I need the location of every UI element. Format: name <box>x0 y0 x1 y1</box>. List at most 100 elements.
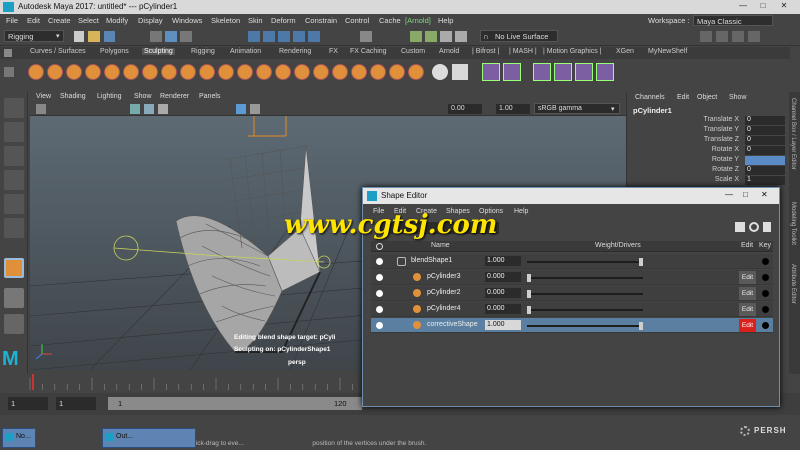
shape-editor-row[interactable]: correctiveShape 1.000 Edit <box>371 318 773 333</box>
key-dot-icon[interactable] <box>762 274 769 281</box>
side-tab-modeling-toolkit[interactable]: Modeling Toolkit <box>790 202 796 245</box>
amplify-tool-icon[interactable] <box>332 64 348 80</box>
shape-editor-row[interactable]: blendShape1 1.000 <box>371 254 773 269</box>
render-settings-icon[interactable] <box>440 31 452 42</box>
viewport-menu-panels[interactable]: Panels <box>199 93 220 100</box>
close-icon[interactable]: ✕ <box>776 1 792 12</box>
shelf-tab-polygons[interactable]: Polygons <box>98 48 131 55</box>
shape-editor-title-bar[interactable]: Shape Editor — □ ✕ <box>363 188 779 204</box>
spray-tool-icon[interactable] <box>161 64 177 80</box>
edit-target-button[interactable]: Edit <box>739 271 756 284</box>
shelf-tab-mynewshelf[interactable]: MyNewShelf <box>646 48 689 55</box>
menu-file[interactable]: File <box>6 16 18 25</box>
shelf-tab-curves-surfaces[interactable]: Curves / Surfaces <box>28 48 88 55</box>
texture-deformer-icon[interactable] <box>596 63 614 81</box>
menu-skin[interactable]: Skin <box>248 16 263 25</box>
save-scene-icon[interactable] <box>104 31 115 42</box>
repeat-tool-icon[interactable] <box>180 64 196 80</box>
visibility-toggle-icon[interactable] <box>376 290 383 297</box>
paint-select-icon[interactable] <box>4 146 24 166</box>
shape-editor-row[interactable]: pCylinder3 0.000 Edit <box>371 270 773 285</box>
channel-menu-show[interactable]: Show <box>729 94 747 101</box>
shelf-tab-arnold[interactable]: Arnold <box>437 48 461 55</box>
channel-attribute-label[interactable]: Rotate X <box>712 146 739 153</box>
se-menu-help[interactable]: Help <box>514 208 528 215</box>
show-tool-settings-icon[interactable] <box>732 31 744 42</box>
invert-freeze-icon[interactable] <box>408 64 424 80</box>
key-dot-icon[interactable] <box>762 322 769 329</box>
channel-menu-object[interactable]: Object <box>697 94 717 101</box>
snap-view-plane-icon[interactable] <box>293 31 305 42</box>
shelf-tab-xgen[interactable]: XGen <box>614 48 636 55</box>
channel-menu-channels[interactable]: Channels <box>635 94 665 101</box>
lasso-tool-icon[interactable] <box>4 122 24 142</box>
weight-slider-handle[interactable] <box>639 322 643 330</box>
weight-field[interactable]: 0.000 <box>485 304 521 314</box>
start-time-field[interactable]: 1 <box>8 397 48 410</box>
menu-modify[interactable]: Modify <box>106 16 128 25</box>
taskbar-window-node[interactable]: No... <box>2 428 36 448</box>
current-time-field[interactable]: 1 <box>56 397 96 410</box>
menu-select[interactable]: Select <box>78 16 99 25</box>
shelf-menu-icon[interactable] <box>4 67 14 77</box>
menu-control[interactable]: Control <box>345 16 369 25</box>
snap-point-icon[interactable] <box>278 31 290 42</box>
colorspace-dropdown[interactable]: sRGB gamma ▾ <box>534 103 620 114</box>
visibility-toggle-icon[interactable] <box>376 274 383 281</box>
show-manipulator-icon[interactable] <box>4 288 24 308</box>
key-dot-icon[interactable] <box>762 306 769 313</box>
knife-tool-icon[interactable] <box>275 64 291 80</box>
ipr-render-icon[interactable] <box>425 31 437 42</box>
menuset-dropdown[interactable]: Rigging ▾ <box>4 30 64 42</box>
sculpt-tool-icon[interactable] <box>28 64 44 80</box>
flatten-tool-icon[interactable] <box>123 64 139 80</box>
shelf-tab-rigging[interactable]: Rigging <box>189 48 217 55</box>
construction-history-icon[interactable] <box>360 31 372 42</box>
weight-slider-handle[interactable] <box>527 274 531 282</box>
wireframe-icon[interactable] <box>130 104 140 114</box>
menu-create[interactable]: Create <box>48 16 71 25</box>
convert-to-frozen-icon[interactable] <box>370 64 386 80</box>
channel-attribute-label[interactable]: Rotate Y <box>712 156 739 163</box>
blend-shape-editor-icon[interactable] <box>482 63 500 81</box>
side-tab-channel-box[interactable]: Channel Box / Layer Editor <box>790 98 796 170</box>
menu-windows[interactable]: Windows <box>172 16 202 25</box>
scale-tool-icon[interactable] <box>4 218 24 238</box>
weight-slider[interactable] <box>527 258 643 266</box>
weight-field[interactable]: 0.000 <box>485 272 521 282</box>
weight-slider[interactable] <box>527 290 643 298</box>
visibility-toggle-icon[interactable] <box>376 258 383 265</box>
channel-attribute-label[interactable]: Translate Y <box>704 126 739 133</box>
edit-target-button[interactable]: Edit <box>739 319 756 332</box>
delete-icon[interactable] <box>763 222 771 232</box>
brush-settings-icon[interactable] <box>575 63 593 81</box>
channel-attribute-field[interactable]: 0 <box>745 136 785 145</box>
imprint-tool-icon[interactable] <box>199 64 215 80</box>
show-channel-box-icon[interactable] <box>748 31 760 42</box>
shape-editor-row[interactable]: pCylinder2 0.000 Edit <box>371 286 773 301</box>
shelf-tab-animation[interactable]: Animation <box>228 48 263 55</box>
workspace-dropdown[interactable]: Maya Classic <box>693 15 773 26</box>
freeze-tool-icon[interactable] <box>351 64 367 80</box>
channel-menu-edit[interactable]: Edit <box>677 94 689 101</box>
bulge-tool-icon[interactable] <box>313 64 329 80</box>
exposure-field[interactable]: 0.00 <box>448 104 482 114</box>
pinch-tool-icon[interactable] <box>104 64 120 80</box>
mesh-sculpt-icon[interactable] <box>533 63 551 81</box>
channel-attribute-field[interactable]: 0 <box>745 116 785 125</box>
snap-grid-icon[interactable] <box>248 31 260 42</box>
maximize-icon[interactable]: □ <box>755 1 771 12</box>
smooth-shade-icon[interactable] <box>144 104 154 114</box>
new-scene-icon[interactable] <box>74 31 84 42</box>
minimize-icon[interactable]: — <box>725 190 733 199</box>
wax-tool-icon[interactable] <box>218 64 234 80</box>
channel-attribute-field[interactable]: 0 <box>745 166 785 175</box>
smooth-tool-icon[interactable] <box>47 64 63 80</box>
shelf-tab-mash[interactable]: | MASH | <box>507 48 539 55</box>
weight-slider[interactable] <box>527 322 643 330</box>
snap-curve-icon[interactable] <box>263 31 275 42</box>
select-by-component-icon[interactable] <box>180 31 192 42</box>
shelf-tab-sculpting[interactable]: Sculpting <box>142 48 175 55</box>
maximize-icon[interactable]: □ <box>743 190 748 199</box>
visibility-toggle-icon[interactable] <box>376 306 383 313</box>
